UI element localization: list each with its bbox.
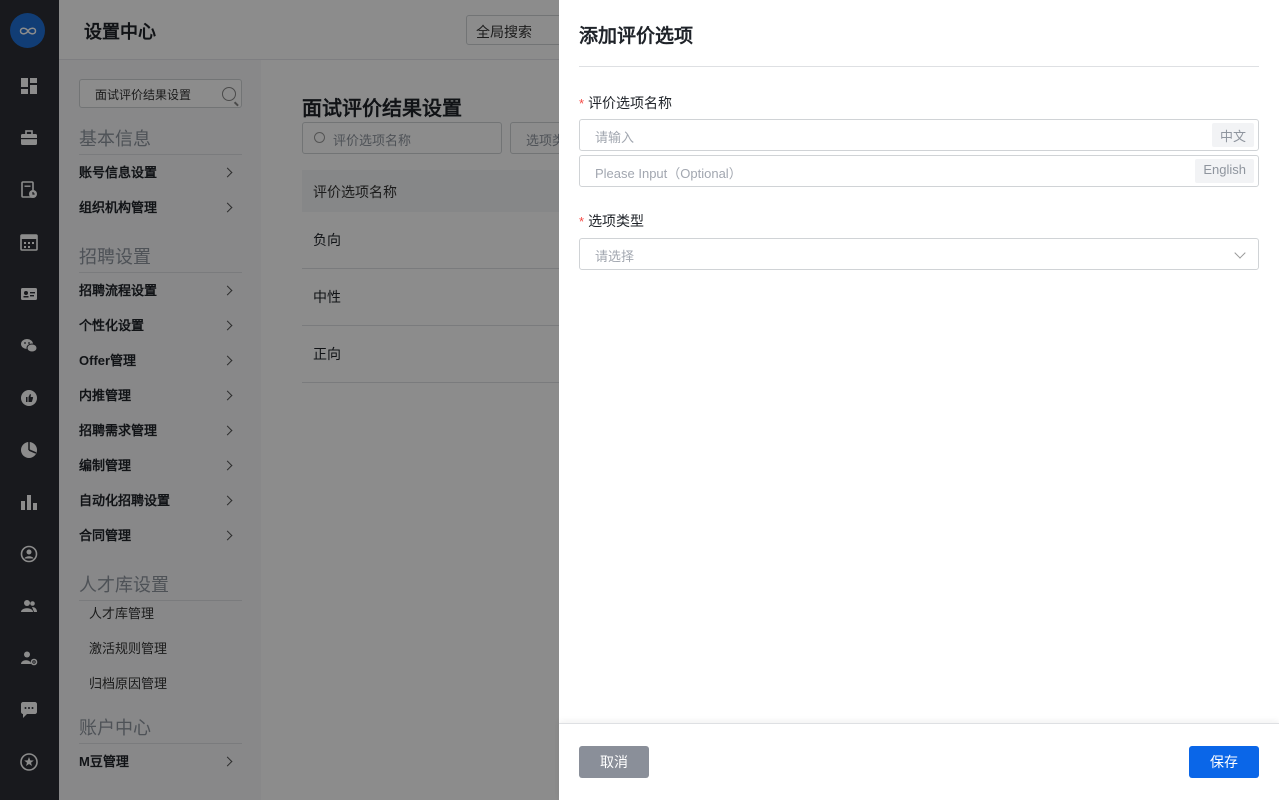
option-type-select[interactable]: 请选择 [579,238,1259,270]
language-tag-cn: 中文 [1211,123,1254,147]
cancel-button[interactable]: 取消 [579,746,649,778]
save-button[interactable]: 保存 [1189,746,1259,778]
select-placeholder: 请选择 [595,249,635,264]
option-name-label: * 评价选项名称 [579,93,672,113]
drawer-footer: 取消 保存 [559,723,1279,800]
option-name-cn-input[interactable]: 请输入 中文 [579,119,1259,151]
required-mark: * [579,214,585,229]
drawer-title: 添加评价选项 [579,26,694,47]
chevron-down-icon [1234,247,1246,259]
language-tag-en: English [1195,159,1254,183]
label-text: 选项类型 [588,213,645,229]
option-name-en-input[interactable]: Please Input（Optional） English [579,155,1259,187]
option-type-label: * 选项类型 [579,211,644,231]
divider [579,66,1259,67]
input-placeholder: 请输入 [595,130,635,145]
label-text: 评价选项名称 [588,95,673,111]
add-option-drawer: 添加评价选项 * 评价选项名称 请输入 中文 Please Input（Optio… [559,0,1279,800]
input-placeholder: Please Input（Optional） [595,166,742,181]
required-mark: * [579,96,585,111]
